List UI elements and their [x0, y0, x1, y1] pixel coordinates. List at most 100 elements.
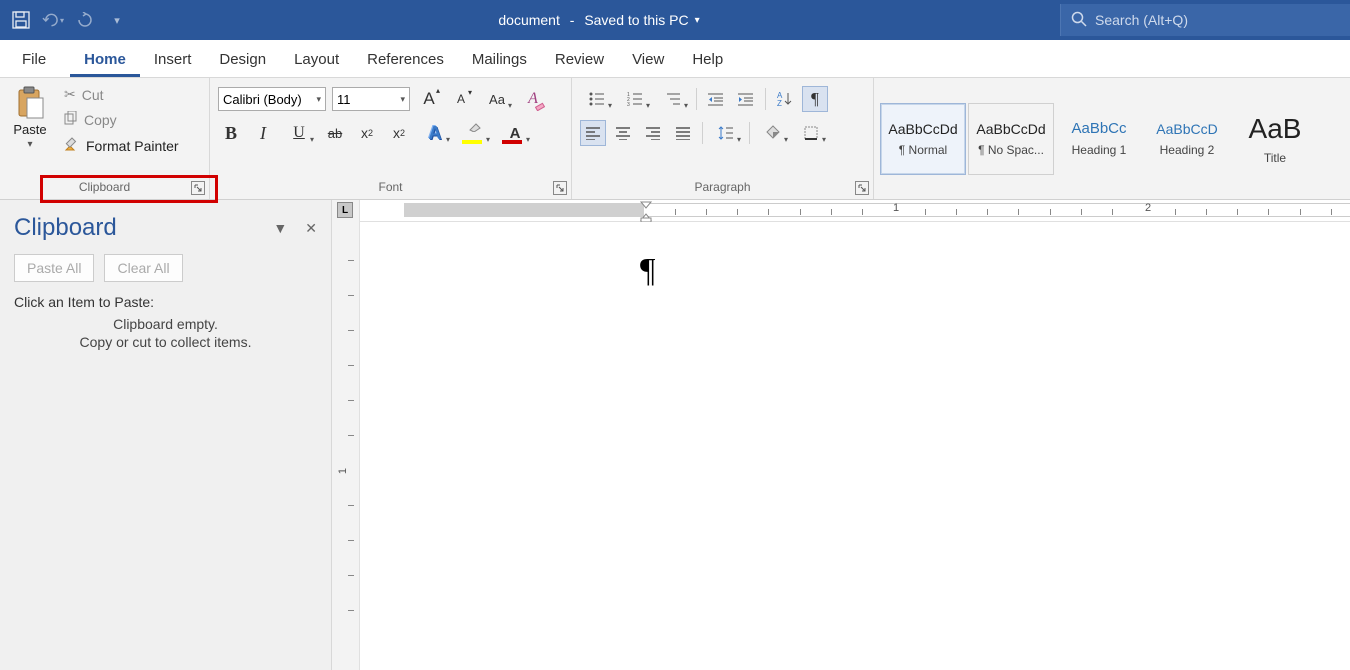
italic-button[interactable]: I	[250, 120, 276, 146]
paste-label: Paste	[13, 122, 46, 137]
group-label-font: Font	[210, 175, 571, 199]
paste-all-button[interactable]: Paste All	[14, 254, 94, 282]
strikethrough-button[interactable]: ab	[322, 120, 348, 146]
font-launcher[interactable]	[553, 181, 567, 195]
pane-instruction: Click an Item to Paste:	[14, 294, 317, 310]
tab-view[interactable]: View	[618, 43, 678, 77]
bullets-button[interactable]	[580, 86, 614, 112]
brush-icon	[64, 136, 80, 155]
format-painter-button[interactable]: Format Painter	[60, 134, 183, 157]
pane-empty-line2: Copy or cut to collect items.	[14, 334, 317, 350]
grow-font-button[interactable]: A▴	[416, 86, 442, 112]
vertical-ruler[interactable]: L 1	[332, 200, 360, 670]
tab-design[interactable]: Design	[205, 43, 280, 77]
bold-button[interactable]: B	[218, 120, 244, 146]
qat-dropdown-icon[interactable]: ▾	[106, 9, 128, 31]
ruler-corner[interactable]: L	[337, 202, 353, 218]
tab-references[interactable]: References	[353, 43, 458, 77]
svg-text:Z: Z	[777, 99, 782, 107]
style-title[interactable]: AaB Title	[1232, 103, 1318, 175]
paragraph-launcher[interactable]	[855, 181, 869, 195]
search-box[interactable]	[1060, 4, 1350, 36]
numbering-button[interactable]: 123	[618, 86, 652, 112]
font-name-combo[interactable]: Calibri (Body) ▾	[218, 87, 326, 111]
pane-close-icon[interactable]: ✕	[305, 220, 317, 237]
clear-all-button[interactable]: Clear All	[104, 254, 182, 282]
tab-help[interactable]: Help	[678, 43, 737, 77]
undo-icon[interactable]: ▾	[42, 9, 64, 31]
align-right-button[interactable]	[640, 120, 666, 146]
group-clipboard: Paste ▾ ✂ Cut Copy Format Painter Clipb	[0, 78, 210, 199]
copy-label: Copy	[84, 112, 117, 128]
pane-title: Clipboard	[14, 214, 117, 242]
save-icon[interactable]	[10, 9, 32, 31]
cut-button[interactable]: ✂ Cut	[60, 84, 183, 105]
clipboard-pane: Clipboard ▼ ✕ Paste All Clear All Click …	[0, 200, 332, 670]
tab-review[interactable]: Review	[541, 43, 618, 77]
tab-insert[interactable]: Insert	[140, 43, 206, 77]
superscript-button[interactable]: x2	[386, 120, 412, 146]
line-spacing-button[interactable]	[709, 120, 743, 146]
subscript-button[interactable]: x2	[354, 120, 380, 146]
search-icon	[1071, 11, 1087, 30]
increase-indent-button[interactable]	[733, 86, 759, 112]
quick-access-toolbar: ▾ ▾	[0, 9, 138, 31]
font-color-button[interactable]: A	[498, 120, 532, 146]
scissors-icon: ✂	[64, 86, 76, 103]
chevron-down-icon: ▾	[316, 94, 321, 105]
sort-button[interactable]: AZ	[772, 86, 798, 112]
window-title: document - Saved to this PC ▾	[138, 12, 1060, 28]
group-paragraph: 123 AZ ¶	[572, 78, 874, 199]
chevron-down-icon: ▾	[400, 94, 405, 105]
shrink-font-button[interactable]: A▾	[448, 86, 474, 112]
clipboard-launcher[interactable]	[191, 181, 205, 195]
paste-dropdown-icon[interactable]: ▾	[27, 139, 32, 150]
show-hide-button[interactable]: ¶	[802, 86, 828, 112]
paragraph-mark: ¶	[640, 252, 655, 289]
text-effects-button[interactable]: A	[418, 120, 452, 146]
horizontal-ruler[interactable]: 1 2	[360, 200, 1350, 222]
align-center-button[interactable]	[610, 120, 636, 146]
pane-options-icon[interactable]: ▼	[273, 220, 287, 237]
copy-icon	[64, 111, 78, 128]
change-case-button[interactable]: Aa	[480, 86, 514, 112]
justify-button[interactable]	[670, 120, 696, 146]
style-no-spacing[interactable]: AaBbCcDd ¶ No Spac...	[968, 103, 1054, 175]
pane-empty-line1: Clipboard empty.	[14, 316, 317, 332]
save-status[interactable]: Saved to this PC	[584, 12, 688, 28]
style-heading-1[interactable]: AaBbCc Heading 1	[1056, 103, 1142, 175]
shading-button[interactable]	[756, 120, 790, 146]
ribbon-tabs: File Home Insert Design Layout Reference…	[0, 40, 1350, 78]
tab-mailings[interactable]: Mailings	[458, 43, 541, 77]
format-painter-label: Format Painter	[86, 138, 179, 154]
align-left-button[interactable]	[580, 120, 606, 146]
underline-button[interactable]: U	[282, 120, 316, 146]
document-name: document	[498, 12, 559, 28]
title-separator: -	[566, 12, 578, 28]
highlight-button[interactable]	[458, 120, 492, 146]
style-normal[interactable]: AaBbCcDd ¶ Normal	[880, 103, 966, 175]
font-size-combo[interactable]: 11 ▾	[332, 87, 410, 111]
paste-button[interactable]: Paste ▾	[6, 82, 54, 171]
tab-layout[interactable]: Layout	[280, 43, 353, 77]
title-dropdown-icon[interactable]: ▾	[695, 15, 700, 26]
clear-formatting-button[interactable]: A	[520, 86, 546, 112]
group-label-clipboard: Clipboard	[0, 175, 209, 199]
group-font: Calibri (Body) ▾ 11 ▾ A▴ A▾ Aa A B I U	[210, 78, 572, 199]
tab-home[interactable]: Home	[70, 43, 140, 77]
search-input[interactable]	[1095, 12, 1340, 28]
tab-file[interactable]: File	[8, 43, 60, 77]
cut-label: Cut	[82, 87, 104, 103]
redo-icon[interactable]	[74, 9, 96, 31]
ribbon: Paste ▾ ✂ Cut Copy Format Painter Clipb	[0, 78, 1350, 200]
style-heading-2[interactable]: AaBbCcD Heading 2	[1144, 103, 1230, 175]
multilevel-list-button[interactable]	[656, 86, 690, 112]
main-area: Clipboard ▼ ✕ Paste All Clear All Click …	[0, 200, 1350, 670]
copy-button[interactable]: Copy	[60, 109, 183, 130]
title-bar: ▾ ▾ document - Saved to this PC ▾	[0, 0, 1350, 40]
group-label-paragraph: Paragraph	[572, 175, 873, 199]
decrease-indent-button[interactable]	[703, 86, 729, 112]
svg-text:3: 3	[627, 102, 630, 106]
borders-button[interactable]	[794, 120, 828, 146]
document-page[interactable]: ¶	[360, 222, 1350, 670]
